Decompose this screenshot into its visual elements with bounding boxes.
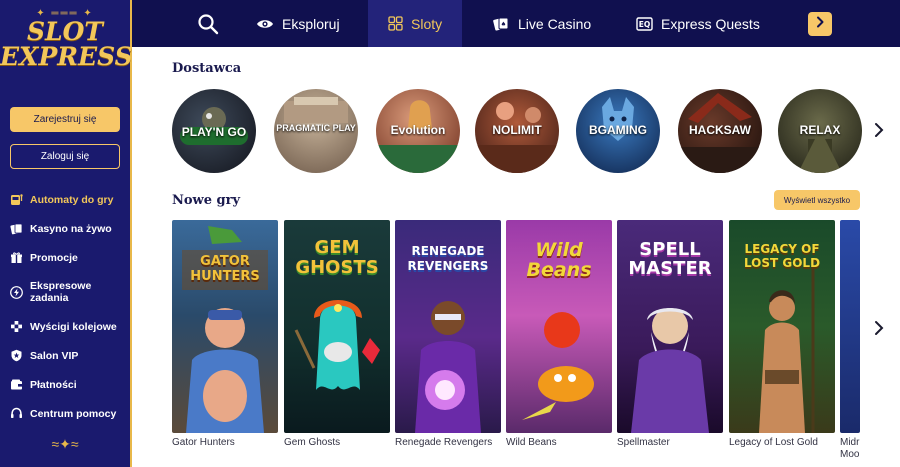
tile-art-title: RENEGADE REVENGERS (407, 244, 489, 273)
sidebar-item-label: Promocje (30, 251, 78, 264)
tab-live-casino[interactable]: ♠ Live Casino (493, 0, 591, 47)
tab-sloty[interactable]: Sloty (368, 0, 462, 47)
sidebar-item-label: Salon VIP (30, 349, 79, 362)
tab-express-quests[interactable]: EQ Express Quests (636, 0, 760, 47)
tab-label: Eksploruj (282, 15, 340, 32)
headset-icon (10, 407, 23, 420)
game-tile-wild-beans[interactable]: Wild Beans (506, 220, 612, 433)
game-name[interactable]: Wild Beans (506, 437, 557, 448)
game-name[interactable]: Gator Hunters (172, 437, 235, 448)
bottom-ornament: ≈✦≈ (51, 436, 79, 452)
logo-text-slot: SLOT (26, 17, 103, 46)
logo-text-express: EXPRESS (0, 42, 133, 71)
sidebar-item-wyscigi[interactable]: Wyścigi kolejowe (0, 312, 130, 341)
provider-evolution[interactable]: Evolution (376, 89, 460, 173)
provider-logo-text: RELAX (799, 123, 841, 137)
provider-hacksaw[interactable]: HACKSAW (678, 89, 762, 173)
sidebar-nav: Automaty do gry Kasyno na żywo Promocje … (0, 185, 130, 428)
game-name[interactable]: Spellmaster (617, 437, 670, 448)
provider-logo-text: HACKSAW (689, 123, 751, 137)
view-all-button[interactable]: Wyświetl wszystko (774, 190, 860, 210)
provider-pragmatic-play[interactable]: PRAGMATIC PLAY (274, 89, 358, 173)
sidebar-item-promocje[interactable]: Promocje (0, 243, 130, 272)
game-name[interactable]: Legacy of Lost Gold (729, 437, 818, 448)
sidebar-item-automaty[interactable]: Automaty do gry (0, 185, 130, 214)
race-icon (10, 320, 23, 333)
search-icon[interactable] (196, 12, 220, 36)
game-name[interactable]: Midr Moo (840, 437, 860, 461)
sidebar-item-label: Ekspresowe zadania (30, 280, 92, 304)
provider-playngo[interactable]: PLAY'N GO (172, 89, 256, 173)
tile-art-title: Wild Beans (526, 239, 592, 281)
slot-express-logo[interactable]: ✦ ═══ ✦ SLOT EXPRESS (0, 8, 133, 92)
sidebar-item-label: Płatności (30, 378, 77, 391)
tile-art-title: GATOR HUNTERS (190, 254, 260, 284)
provider-nolimit[interactable]: NOLIMIT (475, 89, 559, 173)
gift-icon (10, 251, 23, 264)
game-tile-spellmaster[interactable]: SPELL MASTER (617, 220, 723, 433)
cards-icon (10, 222, 23, 235)
sidebar-item-label: Kasyno na żywo (30, 222, 112, 235)
game-tile-renegade-revengers[interactable]: RENEGADE REVENGERS (395, 220, 501, 433)
provider-logo-text: Evolution (390, 123, 446, 137)
gator-hunters-art (182, 226, 268, 433)
sidebar-item-label: Centrum pomocy (30, 407, 117, 420)
providers-next-chevron-icon[interactable] (872, 122, 886, 138)
svg-text:♠: ♠ (501, 21, 506, 28)
provider-bgaming[interactable]: BGAMING (576, 89, 660, 173)
grid-icon (388, 16, 403, 31)
provider-logo-text: NOLIMIT (492, 123, 542, 137)
quest-icon: EQ (636, 16, 653, 31)
tab-label: Live Casino (518, 15, 592, 32)
new-games-title: Nowe gry (172, 193, 241, 208)
tile-art-title: SPELL MASTER (628, 239, 712, 279)
topbar-next-arrow[interactable] (808, 12, 832, 36)
tab-label: Sloty (411, 15, 443, 32)
game-name[interactable]: Renegade Revengers (395, 437, 492, 448)
sidebar-item-ekspresowe[interactable]: Ekspresowe zadania (0, 272, 130, 312)
sidebar-item-salon-vip[interactable]: Salon VIP (0, 341, 130, 370)
sidebar-item-platnosci[interactable]: Płatności (0, 370, 130, 399)
sidebar-item-label: Wyścigi kolejowe (30, 320, 117, 333)
provider-logo-text: PRAGMATIC PLAY (276, 123, 356, 133)
game-tile-midr-moo-partial[interactable] (840, 220, 860, 433)
games-next-chevron-icon[interactable] (872, 320, 886, 336)
game-name[interactable]: Gem Ghosts (284, 437, 340, 448)
tile-art-title: LEGACY OF LOST GOLD (743, 242, 821, 270)
tile-art-title: GEM GHOSTS (295, 237, 379, 278)
provider-relax[interactable]: RELAX (778, 89, 862, 173)
login-button[interactable]: Zaloguj się (10, 144, 120, 169)
eye-icon (256, 18, 274, 30)
lightning-icon (10, 285, 23, 299)
tab-label: Express Quests (661, 15, 760, 32)
game-tile-gem-ghosts[interactable]: GEM GHOSTS (284, 220, 390, 433)
svg-text:EQ: EQ (639, 20, 651, 29)
chevron-right-icon (815, 15, 825, 33)
sidebar-item-centrum-pomocy[interactable]: Centrum pomocy (0, 399, 130, 428)
sidebar-item-label: Automaty do gry (30, 193, 114, 206)
provider-logo-text: PLAY'N GO (181, 125, 247, 139)
sidebar: ✦ ═══ ✦ SLOT EXPRESS Zarejestruj się Zal… (0, 0, 133, 467)
tab-eksploruj[interactable]: Eksploruj (256, 0, 340, 47)
providers-title: Dostawca (172, 61, 242, 76)
provider-logo-text: BGAMING (589, 123, 647, 137)
shield-icon (10, 349, 23, 362)
top-navigation-bar: Eksploruj Sloty ♠ Live Casino EQ Express… (132, 0, 900, 47)
cards-icon: ♠ (493, 16, 510, 31)
sidebar-item-kasyno[interactable]: Kasyno na żywo (0, 214, 130, 243)
register-button[interactable]: Zarejestruj się (10, 107, 120, 132)
wallet-icon (10, 378, 23, 391)
game-tile-legacy-of-lost-gold[interactable]: LEGACY OF LOST GOLD (729, 220, 835, 433)
slot-machine-icon (10, 193, 23, 206)
game-tile-gator-hunters[interactable]: GATOR HUNTERS (172, 220, 278, 433)
